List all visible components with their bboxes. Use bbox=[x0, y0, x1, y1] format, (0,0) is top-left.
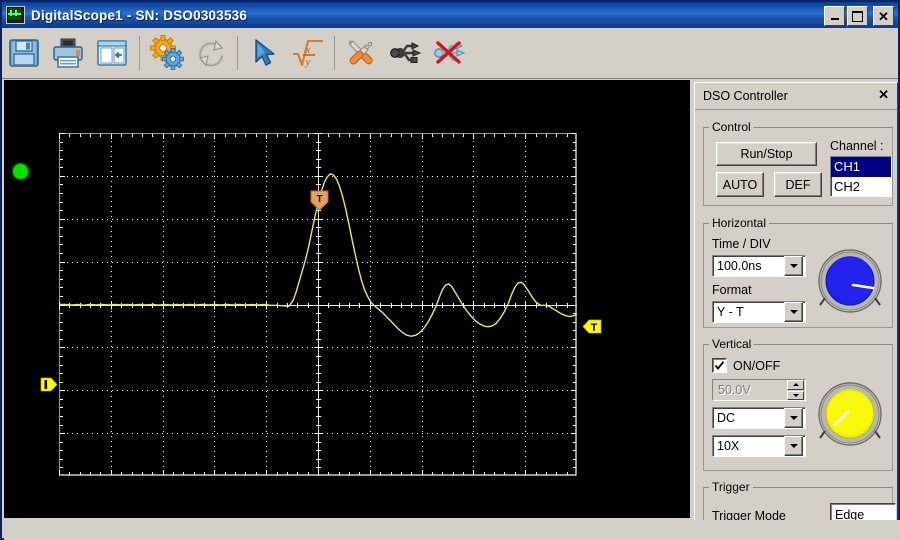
refresh-button[interactable] bbox=[189, 31, 233, 75]
checkbox-box bbox=[712, 358, 727, 373]
trigger-level-label: T bbox=[591, 322, 598, 334]
run-stop-label: Run/Stop bbox=[740, 147, 793, 161]
control-group-legend: Control bbox=[712, 120, 751, 134]
checkmark-icon bbox=[714, 361, 725, 370]
trigger-position-label: T bbox=[316, 194, 322, 205]
coupling-value: DC bbox=[717, 411, 736, 425]
trigger-position-marker[interactable]: T bbox=[310, 190, 329, 211]
print-button[interactable] bbox=[46, 31, 90, 75]
auto-label: AUTO bbox=[722, 177, 758, 192]
math-button[interactable]: x y bbox=[286, 31, 330, 75]
wrench-screwdriver-icon bbox=[348, 40, 373, 65]
def-label: DEF bbox=[785, 177, 811, 192]
toolbar-separator-2 bbox=[237, 36, 238, 70]
channel-label: Channel : bbox=[830, 139, 884, 153]
svg-text:y: y bbox=[305, 56, 311, 68]
time-div-value: 100.0ns bbox=[717, 259, 762, 273]
maximize-button[interactable] bbox=[847, 6, 868, 26]
usb-disconnected-icon bbox=[434, 41, 466, 64]
coupling-select[interactable]: DC bbox=[712, 407, 806, 429]
chevron-down-icon[interactable] bbox=[784, 256, 803, 276]
usb-icon bbox=[390, 42, 422, 63]
minimize-button[interactable] bbox=[824, 6, 845, 26]
window-title: DigitalScope1 - SN: DSO0303536 bbox=[31, 7, 248, 23]
horizontal-position-knob[interactable] bbox=[813, 244, 887, 323]
chevron-down-icon-4[interactable] bbox=[784, 436, 803, 456]
sqrt-x-over-y-icon: x y bbox=[292, 39, 324, 68]
application-window: DigitalScope1 - SN: DSO0303536 ✕ x y T T… bbox=[0, 0, 900, 540]
format-label: Format bbox=[712, 283, 752, 297]
window-controls: ✕ bbox=[824, 6, 894, 26]
stepper-up-icon[interactable] bbox=[787, 380, 804, 390]
run-indicator-led bbox=[13, 164, 28, 179]
horizontal-knob-icon bbox=[818, 249, 882, 313]
dock-title: DSO Controller bbox=[703, 89, 788, 103]
floppy-disk-icon bbox=[9, 39, 39, 67]
trigger-group-legend: Trigger bbox=[712, 480, 750, 494]
side-panel-icon bbox=[97, 40, 127, 66]
vertical-group-legend: Vertical bbox=[712, 337, 752, 351]
format-select[interactable]: Y - T bbox=[712, 301, 806, 323]
maximize-icon bbox=[852, 10, 863, 22]
status-bar bbox=[4, 520, 900, 540]
tools-button[interactable] bbox=[339, 31, 383, 75]
refresh-circular-icon bbox=[198, 39, 225, 68]
channel-listbox[interactable]: CH1 CH2 bbox=[830, 156, 892, 197]
usb-connect-button[interactable] bbox=[383, 31, 427, 75]
channel-onoff-checkbox[interactable]: ON/OFF bbox=[712, 358, 780, 373]
sidebar-item-ch2[interactable]: CH2 bbox=[831, 177, 891, 196]
format-value: Y - T bbox=[717, 305, 744, 319]
auto-button[interactable]: AUTO bbox=[716, 172, 764, 197]
dock-header: DSO Controller ✕ bbox=[695, 83, 897, 110]
vertical-group: Vertical ON/OFF 50.0V DC 10X bbox=[703, 337, 893, 471]
volts-div-value: 50.0V bbox=[718, 383, 751, 397]
horizontal-group-legend: Horizontal bbox=[712, 216, 767, 230]
waveform-display[interactable]: T T bbox=[4, 80, 690, 518]
dso-controller-panel: DSO Controller ✕ Control Run/Stop AUTO D… bbox=[694, 82, 898, 538]
minimize-icon bbox=[830, 18, 839, 20]
graticule bbox=[59, 133, 577, 476]
chevron-down-icon-3[interactable] bbox=[784, 408, 803, 428]
run-stop-button[interactable]: Run/Stop bbox=[716, 142, 817, 166]
chevron-down-icon-2[interactable] bbox=[784, 302, 803, 322]
def-button[interactable]: DEF bbox=[774, 172, 822, 197]
cursor-arrow-icon bbox=[255, 39, 275, 66]
stepper-down-icon[interactable] bbox=[787, 390, 804, 400]
panel-toggle-button[interactable] bbox=[90, 31, 134, 75]
settings-button[interactable] bbox=[145, 31, 189, 75]
save-button[interactable] bbox=[2, 31, 46, 75]
time-div-label: Time / DIV bbox=[712, 237, 771, 251]
printer-icon bbox=[53, 38, 83, 68]
gears-icon bbox=[150, 35, 184, 70]
control-group: Control Run/Stop AUTO DEF Channel : CH1 … bbox=[703, 120, 893, 206]
title-bar: DigitalScope1 - SN: DSO0303536 ✕ bbox=[2, 2, 898, 28]
usb-disconnect-button[interactable] bbox=[427, 31, 471, 75]
main-toolbar: x y bbox=[2, 28, 898, 79]
probe-select[interactable]: 10X bbox=[712, 435, 806, 457]
trigger-level-marker[interactable]: T bbox=[582, 318, 602, 335]
onoff-label: ON/OFF bbox=[733, 358, 781, 373]
volts-div-stepper[interactable]: 50.0V bbox=[712, 379, 806, 401]
close-button[interactable]: ✕ bbox=[873, 6, 894, 26]
channel-ground-marker[interactable] bbox=[40, 376, 58, 393]
stepper-buttons[interactable] bbox=[787, 380, 804, 400]
time-div-select[interactable]: 100.0ns bbox=[712, 255, 806, 277]
dock-close-icon[interactable]: ✕ bbox=[878, 88, 889, 101]
scope-icon bbox=[6, 6, 25, 24]
vertical-position-knob[interactable] bbox=[813, 377, 887, 456]
vertical-knob-icon bbox=[818, 382, 882, 446]
cursor-button[interactable] bbox=[242, 31, 286, 75]
toolbar-separator bbox=[139, 36, 140, 70]
probe-value: 10X bbox=[717, 439, 740, 453]
sidebar-item-ch1[interactable]: CH1 bbox=[831, 157, 891, 177]
horizontal-group: Horizontal Time / DIV 100.0ns Format Y -… bbox=[703, 216, 893, 328]
close-icon: ✕ bbox=[878, 8, 889, 24]
toolbar-separator-3 bbox=[334, 36, 335, 70]
